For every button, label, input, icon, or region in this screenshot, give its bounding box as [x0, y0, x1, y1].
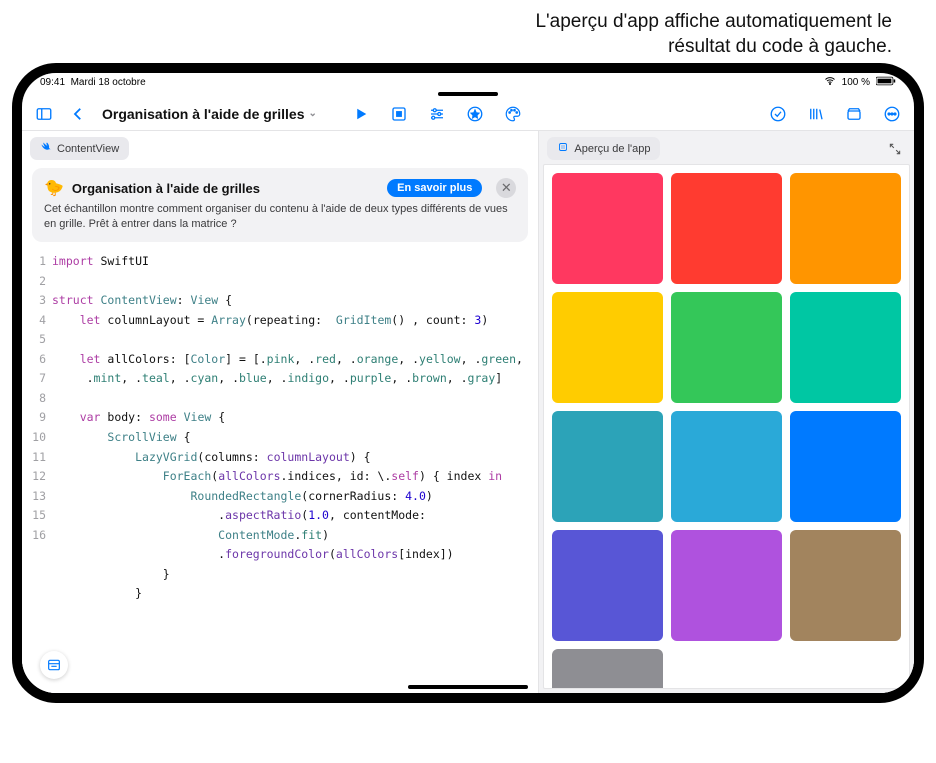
- color-tile: [790, 173, 901, 284]
- color-tile: [552, 292, 663, 403]
- toolbar: Organisation à l'aide de grilles⌄: [22, 97, 914, 131]
- color-tile: [671, 292, 782, 403]
- callout-text: L'aperçu d'app affiche automatiquement l…: [132, 10, 892, 59]
- info-title: Organisation à l'aide de grilles: [72, 181, 379, 196]
- palette-icon[interactable]: [503, 104, 523, 124]
- learn-more-button[interactable]: En savoir plus: [387, 179, 482, 197]
- color-tile: [671, 530, 782, 641]
- library-icon[interactable]: [806, 104, 826, 124]
- sliders-icon[interactable]: [427, 104, 447, 124]
- code-editor-pane: ContentView 🐤 Organisation à l'aide de g…: [22, 131, 539, 693]
- app-preview-icon: [557, 141, 569, 156]
- battery-text: 100 %: [842, 77, 870, 88]
- info-body: Cet échantillon montre comment organiser…: [44, 202, 516, 232]
- document-title[interactable]: Organisation à l'aide de grilles⌄: [102, 106, 317, 122]
- preview-tab[interactable]: Aperçu de l'app: [547, 137, 660, 160]
- preview-tab-label: Aperçu de l'app: [574, 143, 650, 155]
- status-time-date: 09:41 Mardi 18 octobre: [40, 77, 146, 88]
- swift-icon: [40, 141, 52, 156]
- color-tile: [552, 530, 663, 641]
- color-tile: [671, 173, 782, 284]
- info-card: 🐤 Organisation à l'aide de grilles En sa…: [32, 168, 528, 242]
- color-tile: [790, 292, 901, 403]
- back-chevron-icon[interactable]: [68, 104, 88, 124]
- multitask-pill[interactable]: [438, 92, 498, 96]
- close-info-button[interactable]: ✕: [496, 178, 516, 198]
- status-bar: 09:41 Mardi 18 octobre 100 %: [22, 73, 914, 91]
- more-icon[interactable]: [882, 104, 902, 124]
- app-preview-canvas: [543, 164, 910, 689]
- check-circle-icon[interactable]: [768, 104, 788, 124]
- color-tile: [790, 411, 901, 522]
- stop-icon[interactable]: [389, 104, 409, 124]
- home-indicator[interactable]: [408, 685, 528, 689]
- expand-preview-button[interactable]: [884, 138, 906, 160]
- sidebar-toggle-icon[interactable]: [34, 104, 54, 124]
- color-tile: [790, 530, 901, 641]
- color-tile: [671, 411, 782, 522]
- color-tile: [552, 173, 663, 284]
- code-editor[interactable]: 123456789101112131516 import SwiftUI str…: [22, 248, 538, 693]
- chevron-down-icon: ⌄: [309, 108, 317, 119]
- star-icon[interactable]: [465, 104, 485, 124]
- play-icon[interactable]: [351, 104, 371, 124]
- wifi-icon: [824, 75, 836, 90]
- ipad-device-frame: 09:41 Mardi 18 octobre 100 %: [12, 63, 924, 703]
- battery-icon: [876, 76, 896, 89]
- file-tab-label: ContentView: [57, 143, 119, 155]
- archive-icon[interactable]: [844, 104, 864, 124]
- preview-pane: Aperçu de l'app: [539, 131, 914, 693]
- file-tab[interactable]: ContentView: [30, 137, 129, 160]
- sample-emoji-icon: 🐤: [44, 178, 64, 198]
- color-tile: [552, 649, 663, 690]
- color-tile: [552, 411, 663, 522]
